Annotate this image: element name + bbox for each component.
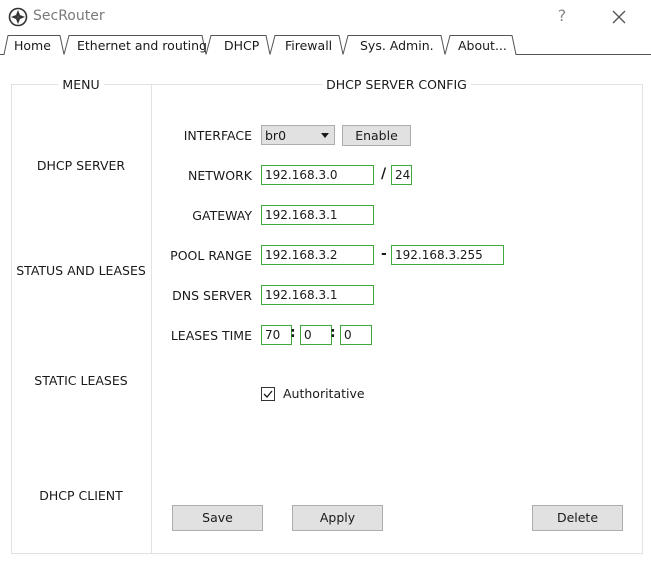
tab-sys-admin[interactable]: Sys. Admin. <box>360 38 434 53</box>
config-header-label: DHCP SERVER CONFIG <box>322 77 471 92</box>
network-prefix-separator: / <box>381 166 387 182</box>
gateway-label: GATEWAY <box>192 208 252 223</box>
config-header: DHCP SERVER CONFIG <box>152 77 641 92</box>
dhcp-panel <box>11 84 643 554</box>
compass-icon <box>8 7 28 27</box>
authoritative-label[interactable]: Authoritative <box>283 386 365 401</box>
help-button[interactable]: ? <box>552 6 572 26</box>
save-button[interactable]: Save <box>172 505 263 531</box>
tab-ethernet-and-routing[interactable]: Ethernet and routing <box>77 38 207 53</box>
menu-header-label: MENU <box>58 77 104 92</box>
tab-home[interactable]: Home <box>14 38 51 53</box>
authoritative-checkbox[interactable] <box>261 387 275 401</box>
pool-end-input[interactable] <box>391 245 504 265</box>
network-address-input[interactable] <box>261 165 374 185</box>
leases-minutes-input[interactable] <box>340 325 372 345</box>
interface-select[interactable]: br0 <box>261 125 335 145</box>
dns-server-input[interactable] <box>261 285 374 305</box>
pool-start-input[interactable] <box>261 245 374 265</box>
menu-item-status-and-leases[interactable]: STATUS AND LEASES <box>11 263 151 278</box>
leases-time-separator-1: : <box>290 325 296 341</box>
leases-hours-input[interactable] <box>300 325 332 345</box>
apply-button[interactable]: Apply <box>292 505 383 531</box>
interface-label: INTERFACE <box>183 128 252 143</box>
pool-range-label: POOL RANGE <box>170 248 252 263</box>
checkmark-icon <box>263 390 273 398</box>
menu-item-dhcp-client[interactable]: DHCP CLIENT <box>11 488 151 503</box>
chevron-down-icon <box>321 133 329 138</box>
leases-time-label: LEASES TIME <box>170 328 252 343</box>
leases-time-separator-2: : <box>330 325 336 341</box>
dns-server-label: DNS SERVER <box>172 288 252 303</box>
tab-dhcp[interactable]: DHCP <box>224 38 259 53</box>
pool-range-separator: - <box>381 246 387 262</box>
menu-item-dhcp-server[interactable]: DHCP SERVER <box>11 158 151 173</box>
network-label: NETWORK <box>188 168 252 183</box>
delete-button[interactable]: Delete <box>532 505 623 531</box>
close-icon[interactable] <box>606 6 632 28</box>
gateway-input[interactable] <box>261 205 374 225</box>
network-prefix-input[interactable] <box>391 165 412 185</box>
interface-value: br0 <box>265 128 287 143</box>
menu-item-static-leases[interactable]: STATIC LEASES <box>11 373 151 388</box>
enable-button[interactable]: Enable <box>342 125 411 146</box>
leases-days-input[interactable] <box>261 325 292 345</box>
menu-divider <box>151 84 152 553</box>
tab-strip: Home Ethernet and routing DHCP Firewall … <box>0 35 651 55</box>
window-title: SecRouter <box>33 8 105 24</box>
menu-header: MENU <box>11 77 151 92</box>
tab-firewall[interactable]: Firewall <box>285 38 332 53</box>
tab-about[interactable]: About... <box>458 38 507 53</box>
